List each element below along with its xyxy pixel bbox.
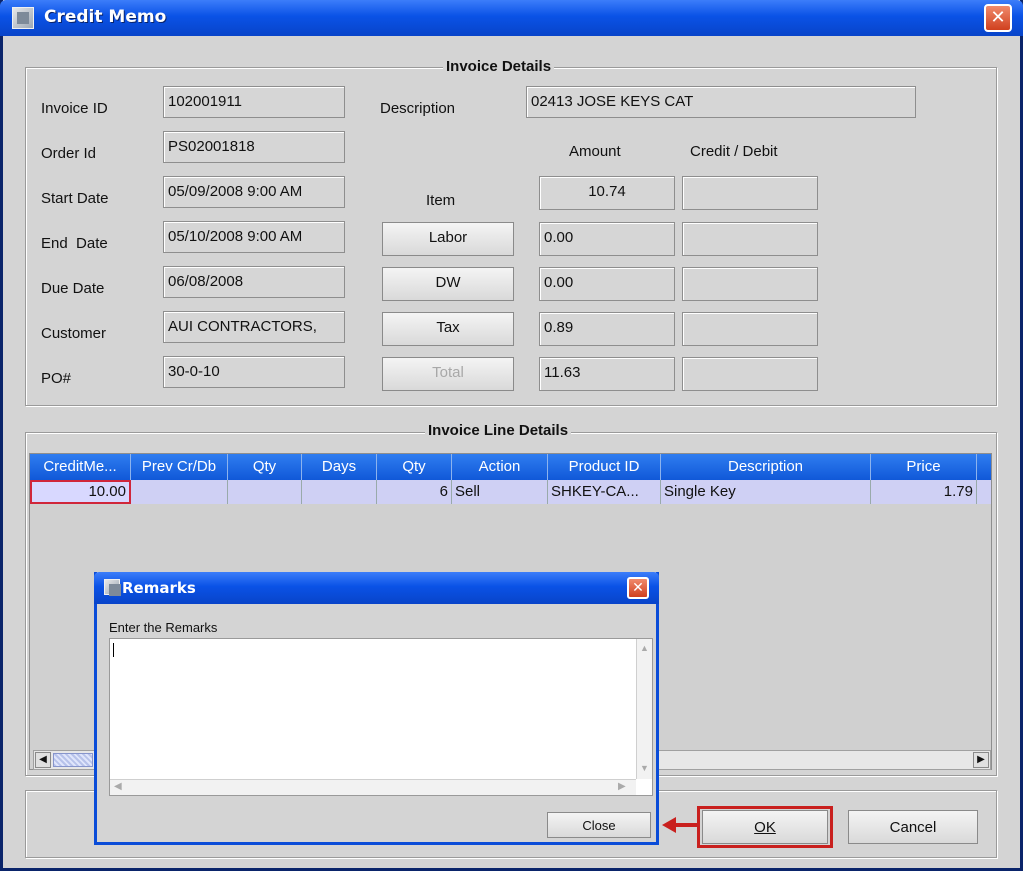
column-header-days[interactable]: Days — [302, 454, 377, 480]
cell-prev-cr-db[interactable] — [131, 480, 228, 504]
po-field[interactable]: 30-0-10 — [163, 356, 345, 388]
scroll-up-icon[interactable]: ▲ — [640, 643, 649, 653]
invoice-details-title: Invoice Details — [443, 58, 555, 75]
cell-days[interactable] — [302, 480, 377, 504]
scroll-left-arrow-icon[interactable]: ◀ — [35, 752, 51, 768]
remarks-textarea[interactable]: ▲ ▼ ◀ ▶ — [109, 638, 653, 796]
remarks-close-icon[interactable]: ✕ — [627, 577, 649, 599]
column-header-credit-memo[interactable]: CreditMe... — [30, 454, 131, 480]
column-header-qty[interactable]: Qty — [228, 454, 302, 480]
remarks-dialog: Remarks ✕ Enter the Remarks ▲ ▼ ◀ ▶ Clos… — [94, 572, 659, 845]
scroll-right-arrow-icon[interactable]: ▶ — [973, 752, 989, 768]
text-cursor — [113, 643, 114, 657]
cell-qty-2[interactable]: 6 — [377, 480, 452, 504]
table-row[interactable]: 10.00 6 Sell SHKEY-CA... Single Key 1.79 — [30, 480, 991, 504]
dw-amount-field[interactable]: 0.00 — [539, 267, 675, 301]
credit-debit-label: Credit / Debit — [690, 143, 778, 160]
po-label: PO# — [41, 370, 72, 387]
column-header-prev-cr-db[interactable]: Prev Cr/Db — [131, 454, 228, 480]
tax-button[interactable]: Tax — [382, 312, 514, 346]
remarks-vertical-scrollbar[interactable]: ▲ ▼ — [636, 639, 652, 779]
item-credit-debit-field[interactable] — [682, 176, 818, 210]
window-title: Credit Memo — [44, 7, 167, 27]
cell-description[interactable]: Single Key — [661, 480, 871, 504]
invoice-line-details-title: Invoice Line Details — [425, 422, 572, 439]
item-amount-field[interactable]: 10.74 — [539, 176, 675, 210]
cell-action[interactable]: Sell — [452, 480, 548, 504]
customer-field[interactable]: AUI CONTRACTORS, — [163, 311, 345, 343]
dw-button[interactable]: DW — [382, 267, 514, 301]
labor-amount-field[interactable]: 0.00 — [539, 222, 675, 256]
window-close-button[interactable]: ✕ — [984, 4, 1012, 32]
amount-label: Amount — [569, 143, 621, 160]
scroll-left-icon[interactable]: ◀ — [114, 781, 122, 792]
cancel-button-label: Cancel — [889, 819, 937, 836]
dw-credit-debit-field[interactable] — [682, 267, 818, 301]
description-field[interactable]: 02413 JOSE KEYS CAT — [526, 86, 916, 118]
table-header-row: CreditMe... Prev Cr/Db Qty Days Qty Acti… — [30, 454, 991, 480]
description-label: Description — [380, 100, 456, 117]
ok-highlight-box — [697, 806, 833, 848]
column-header-product-id[interactable]: Product ID — [548, 454, 661, 480]
cell-qty[interactable] — [228, 480, 302, 504]
column-header-filler — [977, 454, 991, 480]
order-id-field[interactable]: PS02001818 — [163, 131, 345, 163]
cancel-button[interactable]: Cancel — [848, 810, 978, 844]
remarks-close-button[interactable]: Close — [547, 812, 651, 838]
scroll-down-icon[interactable]: ▼ — [640, 763, 649, 773]
title-bar[interactable]: Credit Memo ✕ — [0, 0, 1023, 36]
remarks-title: Remarks — [122, 579, 196, 597]
customer-label: Customer — [41, 325, 107, 342]
column-header-price[interactable]: Price — [871, 454, 977, 480]
column-header-qty-2[interactable]: Qty — [377, 454, 452, 480]
tax-credit-debit-field[interactable] — [682, 312, 818, 346]
end-date-field[interactable]: 05/10/2008 9:00 AM — [163, 221, 345, 253]
start-date-field[interactable]: 05/09/2008 9:00 AM — [163, 176, 345, 208]
end-date-label: End Date — [41, 235, 108, 252]
tax-amount-field[interactable]: 0.89 — [539, 312, 675, 346]
due-date-label: Due Date — [41, 280, 105, 297]
total-button[interactable]: Total — [382, 357, 514, 391]
column-header-description[interactable]: Description — [661, 454, 871, 480]
remarks-horizontal-scrollbar[interactable]: ◀ ▶ — [110, 779, 636, 795]
cell-product-id[interactable]: SHKEY-CA... — [548, 480, 661, 504]
close-icon: ✕ — [990, 7, 1006, 27]
column-header-action[interactable]: Action — [452, 454, 548, 480]
total-credit-debit-field[interactable] — [682, 357, 818, 391]
due-date-field[interactable]: 06/08/2008 — [163, 266, 345, 298]
labor-credit-debit-field[interactable] — [682, 222, 818, 256]
start-date-label: Start Date — [41, 190, 109, 207]
scroll-right-icon[interactable]: ▶ — [618, 781, 626, 792]
item-label: Item — [426, 192, 456, 209]
cell-credit-memo[interactable]: 10.00 — [30, 480, 131, 504]
invoice-id-label: Invoice ID — [41, 100, 108, 117]
cell-price[interactable]: 1.79 — [871, 480, 977, 504]
remarks-prompt: Enter the Remarks — [109, 620, 218, 635]
total-amount-field[interactable]: 11.63 — [539, 357, 675, 391]
annotation-arrow-icon — [662, 817, 698, 833]
invoice-id-field[interactable]: 102001911 — [163, 86, 345, 118]
app-icon — [12, 7, 34, 29]
remarks-title-bar[interactable]: Remarks ✕ — [94, 572, 659, 604]
labor-button[interactable]: Labor — [382, 222, 514, 256]
dialog-app-icon — [104, 579, 121, 596]
order-id-label: Order Id — [41, 145, 97, 162]
scroll-thumb[interactable] — [53, 753, 93, 767]
